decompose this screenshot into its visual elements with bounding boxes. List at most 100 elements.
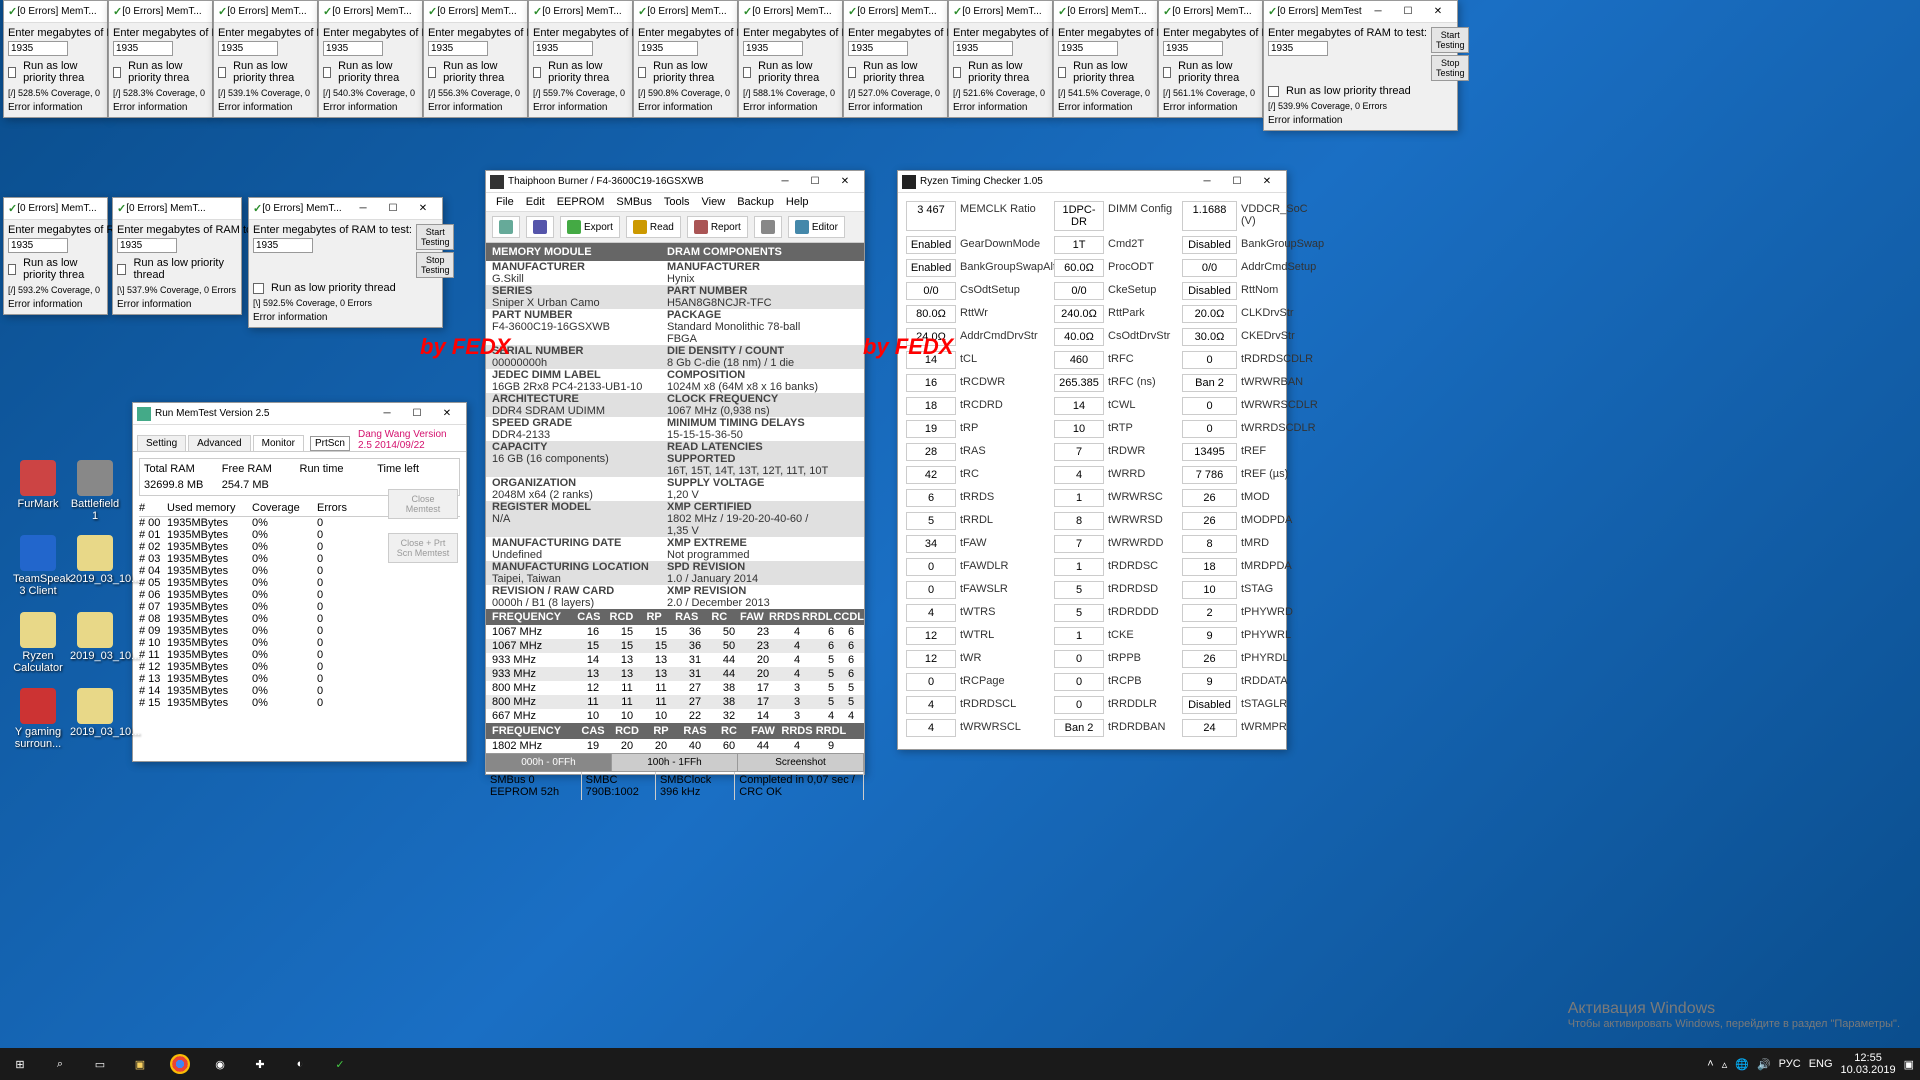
maximize-button[interactable]: ☐ <box>378 199 408 219</box>
clock[interactable]: 12:5510.03.2019 <box>1841 1052 1896 1076</box>
desktop-icon[interactable]: 2019_03_10... <box>70 612 120 662</box>
maximize-button[interactable]: ☐ <box>1222 172 1252 192</box>
ram-input[interactable] <box>1163 41 1223 56</box>
titlebar[interactable]: ✓ [0 Errors] MemTest ─☐✕ <box>1264 1 1457 23</box>
app-icon[interactable]: ◐ <box>280 1048 320 1080</box>
explorer-icon[interactable]: ▣ <box>120 1048 160 1080</box>
close-button[interactable]: ✕ <box>830 172 860 192</box>
titlebar[interactable]: ✓ [0 Errors] MemT... <box>113 198 241 220</box>
tab-setting[interactable]: Setting <box>137 435 186 451</box>
menu-tools[interactable]: Tools <box>664 196 690 208</box>
close-memtest-button[interactable]: Close Memtest <box>388 489 458 519</box>
rtc-window[interactable]: Ryzen Timing Checker 1.05 ─ ☐ ✕ 3 467MEM… <box>897 170 1287 750</box>
memtest-window[interactable]: ✓ [0 Errors] MemT... Enter megabytes of … <box>423 0 528 118</box>
ram-input[interactable] <box>953 41 1013 56</box>
close-button[interactable]: ✕ <box>408 199 438 219</box>
read-button[interactable]: Read <box>626 216 681 238</box>
app-icon[interactable]: ✓ <box>320 1048 360 1080</box>
lowprio-checkbox[interactable] <box>1268 86 1279 97</box>
thaiphoon-window[interactable]: Thaiphoon Burner / F4-3600C19-16GSXWB ─ … <box>485 170 865 775</box>
ram-input[interactable] <box>8 238 68 253</box>
memtest-window[interactable]: ✓ [0 Errors] MemT... Enter megabytes of … <box>843 0 948 118</box>
app-icon[interactable]: ✚ <box>240 1048 280 1080</box>
lowprio-checkbox[interactable] <box>113 67 121 78</box>
close-button[interactable]: ✕ <box>1252 172 1282 192</box>
start-button[interactable]: Start Testing <box>1431 27 1470 53</box>
memtest-window[interactable]: ✓ [0 Errors] MemT... Enter megabytes of … <box>3 0 108 118</box>
lowprio-checkbox[interactable] <box>253 283 264 294</box>
titlebar[interactable]: ✓ [0 Errors] MemT... ─☐✕ <box>249 198 442 220</box>
memtest-window[interactable]: ✓ [0 Errors] MemT... Enter megabytes of … <box>213 0 318 118</box>
run-memtest-window[interactable]: Run MemTest Version 2.5 ─ ☐ ✕ Setting Ad… <box>132 402 467 762</box>
lowprio-checkbox[interactable] <box>848 67 856 78</box>
lang-indicator[interactable]: РУС <box>1779 1058 1801 1070</box>
menu-eeprom[interactable]: EEPROM <box>557 196 605 208</box>
start-button[interactable]: Start Testing <box>416 224 455 250</box>
memtest-window[interactable]: ✓ [0 Errors] MemT... Enter megabytes of … <box>318 0 423 118</box>
menu-edit[interactable]: Edit <box>526 196 545 208</box>
titlebar[interactable]: ✓ [0 Errors] MemT... <box>4 1 107 23</box>
desktop-icon[interactable]: 2019_03_10... <box>70 535 120 585</box>
stop-button[interactable]: Stop Testing <box>416 252 455 278</box>
titlebar[interactable]: Ryzen Timing Checker 1.05 ─ ☐ ✕ <box>898 171 1286 193</box>
minimize-button[interactable]: ─ <box>372 404 402 424</box>
ram-input[interactable] <box>323 41 383 56</box>
close-button[interactable]: ✕ <box>432 404 462 424</box>
lowprio-checkbox[interactable] <box>8 67 16 78</box>
search-icon[interactable]: ⌕ <box>40 1048 80 1080</box>
memtest-window[interactable]: ✓ [0 Errors] MemT... Enter megabytes of … <box>528 0 633 118</box>
titlebar[interactable]: Thaiphoon Burner / F4-3600C19-16GSXWB ─ … <box>486 171 864 193</box>
minimize-button[interactable]: ─ <box>348 199 378 219</box>
menu-backup[interactable]: Backup <box>737 196 774 208</box>
ram-input[interactable] <box>848 41 908 56</box>
menu-view[interactable]: View <box>702 196 726 208</box>
chrome-icon[interactable] <box>170 1054 190 1074</box>
toolbar-btn[interactable] <box>526 216 554 238</box>
titlebar[interactable]: ✓ [0 Errors] MemT... <box>1159 1 1262 23</box>
titlebar[interactable]: ✓ [0 Errors] MemT... <box>1054 1 1157 23</box>
lowprio-checkbox[interactable] <box>117 264 126 275</box>
editor-button[interactable]: Editor <box>788 216 845 238</box>
titlebar[interactable]: ✓ [0 Errors] MemT... <box>529 1 632 23</box>
close-prt-button[interactable]: Close + Prt Scn Memtest <box>388 533 458 563</box>
menu-smbus[interactable]: SMBus <box>616 196 651 208</box>
lang-indicator[interactable]: ENG <box>1809 1058 1833 1070</box>
lowprio-checkbox[interactable] <box>1058 67 1066 78</box>
lowprio-checkbox[interactable] <box>428 67 436 78</box>
memtest-window[interactable]: ✓ [0 Errors] MemT... Enter megabytes of … <box>1158 0 1263 118</box>
ram-input[interactable] <box>8 41 68 56</box>
lowprio-checkbox[interactable] <box>218 67 226 78</box>
desktop-icon[interactable]: Ryzen Calculator <box>13 612 63 674</box>
tab-advanced[interactable]: Advanced <box>188 435 250 451</box>
titlebar[interactable]: ✓ [0 Errors] MemT... <box>4 198 107 220</box>
start-button[interactable]: ⊞ <box>0 1048 40 1080</box>
maximize-button[interactable]: ☐ <box>1393 2 1423 22</box>
titlebar[interactable]: Run MemTest Version 2.5 ─ ☐ ✕ <box>133 403 466 425</box>
volume-icon[interactable]: 🔊 <box>1757 1058 1771 1071</box>
titlebar[interactable]: ✓ [0 Errors] MemT... <box>424 1 527 23</box>
titlebar[interactable]: ✓ [0 Errors] MemT... <box>214 1 317 23</box>
lowprio-checkbox[interactable] <box>533 67 541 78</box>
ram-input[interactable] <box>218 41 278 56</box>
menu-file[interactable]: File <box>496 196 514 208</box>
memtest-window[interactable]: ✓ [0 Errors] MemT... Enter megabytes of … <box>1053 0 1158 118</box>
titlebar[interactable]: ✓ [0 Errors] MemT... <box>109 1 212 23</box>
titlebar[interactable]: ✓ [0 Errors] MemT... <box>319 1 422 23</box>
titlebar[interactable]: ✓ [0 Errors] MemT... <box>739 1 842 23</box>
tray-icon[interactable]: 🌐 <box>1735 1058 1749 1071</box>
desktop-icon[interactable]: Battlefield 1 <box>70 460 120 522</box>
export-button[interactable]: Export <box>560 216 620 238</box>
tray-icon[interactable]: ▵ <box>1722 1058 1728 1071</box>
lowprio-checkbox[interactable] <box>743 67 751 78</box>
bottombar-tab[interactable]: 000h - 0FFh <box>486 754 612 771</box>
ram-input[interactable] <box>253 238 313 253</box>
minimize-button[interactable]: ─ <box>1363 2 1393 22</box>
memtest-window[interactable]: ✓ [0 Errors] MemT... Enter megabytes of … <box>112 197 242 315</box>
lowprio-checkbox[interactable] <box>638 67 646 78</box>
ram-input[interactable] <box>428 41 488 56</box>
bottombar-tab[interactable]: Screenshot <box>738 754 864 771</box>
desktop-icon[interactable]: TeamSpeak 3 Client <box>13 535 63 597</box>
tab-monitor[interactable]: Monitor <box>253 435 304 451</box>
taskbar[interactable]: ⊞ ⌕ ▭ ▣ ◉ ✚ ◐ ✓ ˄ ▵ 🌐 🔊 РУС ENG 12:5510.… <box>0 1048 1920 1080</box>
desktop-icon[interactable]: FurMark <box>13 460 63 510</box>
